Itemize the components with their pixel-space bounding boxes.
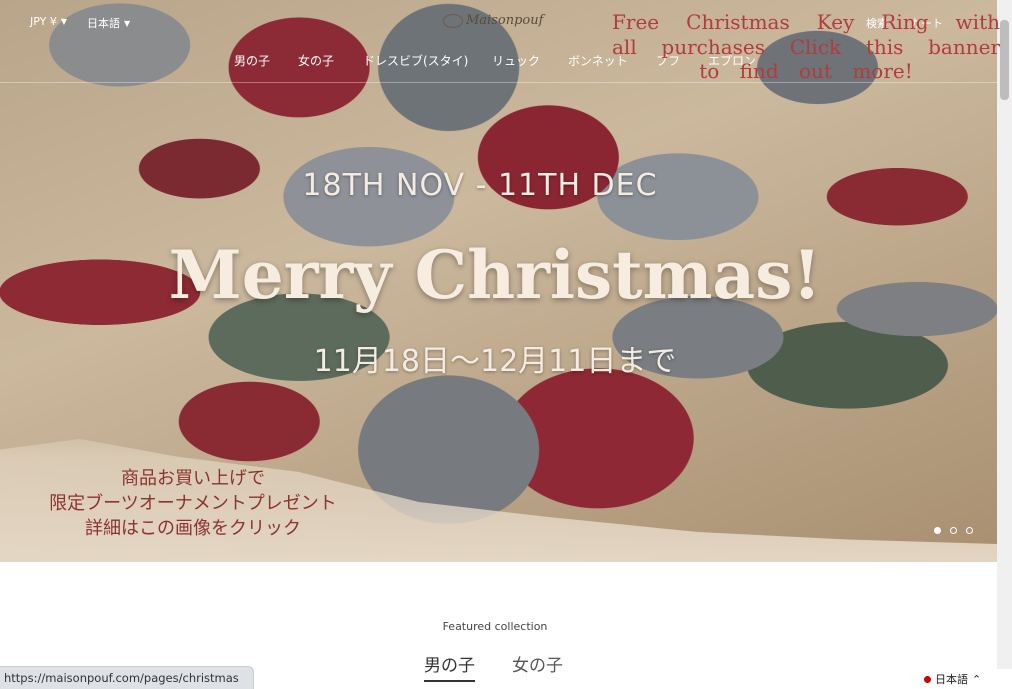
language-switcher-label: 日本語 [935,673,968,686]
nav-item-dress-bib[interactable]: ドレスビブ(スタイ) [363,52,468,69]
scrollbar-thumb[interactable] [1000,20,1009,100]
chevron-up-icon: ⌃ [972,672,982,686]
language-label: 日本語 [87,17,120,30]
logo-text: Maisonpouf [466,13,544,28]
currency-selector[interactable]: JPY ¥ ▼ [30,15,67,28]
vertical-scrollbar[interactable] [997,0,1012,689]
promo-line: 商品お買い上げで [121,468,265,489]
hero-promo-text: 商品お買い上げで 限定ブーツオーナメントプレゼント 詳細はこの画像をクリック [28,466,358,541]
hero-dates-jp: 11月18日〜12月11日まで [313,344,677,379]
nav-item-girls[interactable]: 女の子 [298,52,334,69]
featured-collection-label: Featured collection [442,620,548,633]
free-gift-banner[interactable]: Free Christmas Key Ring with all purchas… [612,10,1000,84]
chevron-down-icon: ▼ [124,18,131,28]
language-switcher[interactable]: 日本語 ⌃ [916,669,1012,689]
slide-dot-2[interactable] [950,527,957,534]
site-logo[interactable]: Maisonpouf [443,13,543,28]
browser-status-bar: https://maisonpouf.com/pages/christmas [0,666,254,689]
tab-boys[interactable]: 男の子 [424,651,475,682]
hero-title: Merry Christmas! [168,236,822,314]
slide-dot-1[interactable] [934,527,941,534]
promo-line: 詳細はこの画像をクリック [85,518,301,539]
slide-dot-3[interactable] [966,527,973,534]
promo-line: 限定ブーツオーナメントプレゼント [49,493,337,514]
hero-banner[interactable]: 18TH NOV - 11TH DEC Merry Christmas! 11月… [0,0,997,562]
japan-flag-icon [924,675,931,683]
slide-dots [934,527,973,534]
logo-icon [443,13,463,28]
nav-item-boys[interactable]: 男の子 [234,52,270,69]
currency-label: JPY ¥ [30,15,57,28]
hero-dates-en: 18TH NOV - 11TH DEC [302,168,658,203]
tab-girls[interactable]: 女の子 [512,651,563,680]
nav-item-backpack[interactable]: リュック [492,52,540,69]
chevron-down-icon: ▼ [60,17,68,26]
language-selector[interactable]: 日本語 ▼ [87,15,130,31]
